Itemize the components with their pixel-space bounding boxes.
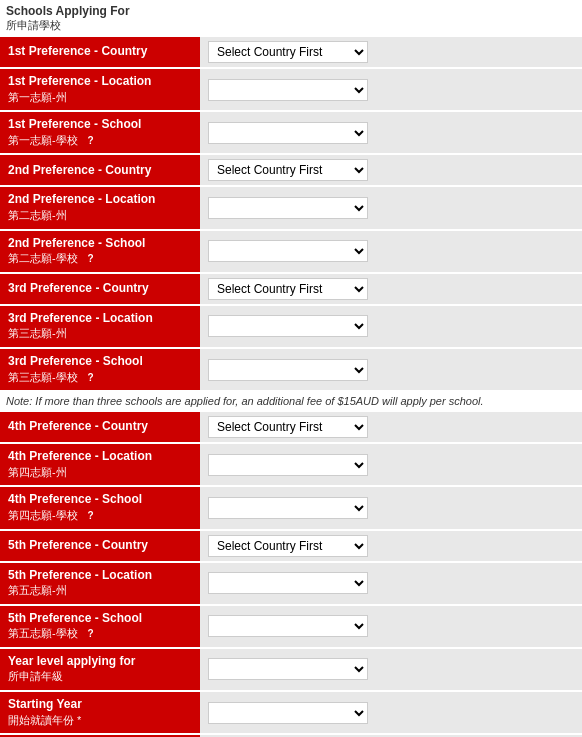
label-pref1-country: 1st Preference - Country <box>0 37 200 67</box>
select-pref3-school[interactable] <box>208 359 368 381</box>
label-pref3-school-chinese: 第三志願-學校 <box>8 371 78 383</box>
row-pref5-school: 5th Preference - School 第五志願-學校 ? <box>0 606 582 647</box>
help-icon-pref4-school[interactable]: ? <box>84 509 97 522</box>
label-pref5-country: 5th Preference - Country <box>0 531 200 561</box>
input-cell-pref5-location <box>200 563 582 604</box>
input-cell-pref4-school <box>200 487 582 528</box>
section-title-block: Schools Applying For 所申請學校 <box>0 0 582 37</box>
row-pref1-country: 1st Preference - Country Select Country … <box>0 37 582 67</box>
label-pref2-country: 2nd Preference - Country <box>0 155 200 185</box>
label-pref5-location: 5th Preference - Location 第五志願-州 <box>0 563 200 604</box>
input-cell-pref1-school <box>200 112 582 153</box>
label-year-level: Year level applying for 所申請年級 <box>0 649 200 690</box>
note-text: Note: If more than three schools are app… <box>0 390 582 412</box>
input-cell-pref1-country: Select Country First <box>200 37 582 67</box>
row-pref3-school: 3rd Preference - School 第三志願-學校 ? <box>0 349 582 390</box>
row-pref2-school: 2nd Preference - School 第二志願-學校 ? <box>0 231 582 272</box>
row-pref3-location: 3rd Preference - Location 第三志願-州 <box>0 306 582 347</box>
label-pref4-location-chinese: 第四志願-州 <box>8 466 67 478</box>
input-cell-pref2-country: Select Country First <box>200 155 582 185</box>
select-pref2-school[interactable] <box>208 240 368 262</box>
select-pref1-location[interactable] <box>208 79 368 101</box>
row-pref1-school: 1st Preference - School 第一志願-學校 ? <box>0 112 582 153</box>
select-pref5-country[interactable]: Select Country First <box>208 535 368 557</box>
label-pref2-location-chinese: 第二志願-州 <box>8 209 67 221</box>
help-icon-pref2-school[interactable]: ? <box>84 252 97 265</box>
label-pref1-location: 1st Preference - Location 第一志願-州 <box>0 69 200 110</box>
row-year-level: Year level applying for 所申請年級 <box>0 649 582 690</box>
input-cell-pref1-location <box>200 69 582 110</box>
label-pref2-school: 2nd Preference - School 第二志願-學校 ? <box>0 231 200 272</box>
label-pref4-location: 4th Preference - Location 第四志願-州 <box>0 444 200 485</box>
input-cell-starting-year <box>200 692 582 733</box>
label-pref1-location-chinese: 第一志願-州 <box>8 91 67 103</box>
select-pref5-location[interactable] <box>208 572 368 594</box>
input-cell-pref2-location <box>200 187 582 228</box>
row-pref4-country: 4th Preference - Country Select Country … <box>0 412 582 442</box>
label-pref4-school: 4th Preference - School 第四志願-學校 ? <box>0 487 200 528</box>
label-pref5-school: 5th Preference - School 第五志願-學校 ? <box>0 606 200 647</box>
row-pref1-location: 1st Preference - Location 第一志願-州 <box>0 69 582 110</box>
row-note: Note: If more than three schools are app… <box>0 390 582 412</box>
label-starting-year: Starting Year 開始就讀年份 * <box>0 692 200 733</box>
label-pref2-location: 2nd Preference - Location 第二志願-州 <box>0 187 200 228</box>
label-pref3-country: 3rd Preference - Country <box>0 274 200 304</box>
label-pref1-school-chinese: 第一志願-學校 <box>8 134 78 146</box>
row-pref4-location: 4th Preference - Location 第四志願-州 <box>0 444 582 485</box>
select-pref4-school[interactable] <box>208 497 368 519</box>
select-pref2-country[interactable]: Select Country First <box>208 159 368 181</box>
label-year-level-chinese: 所申請年級 <box>8 670 63 682</box>
select-pref2-location[interactable] <box>208 197 368 219</box>
label-pref3-location: 3rd Preference - Location 第三志願-州 <box>0 306 200 347</box>
row-pref2-location: 2nd Preference - Location 第二志願-州 <box>0 187 582 228</box>
section-subtitle: 所申請學校 <box>0 18 582 37</box>
section-title: Schools Applying For <box>0 0 582 18</box>
input-cell-pref3-location <box>200 306 582 347</box>
select-starting-year[interactable] <box>208 702 368 724</box>
select-pref1-school[interactable] <box>208 122 368 144</box>
row-pref4-school: 4th Preference - School 第四志願-學校 ? <box>0 487 582 528</box>
input-cell-pref3-country: Select Country First <box>200 274 582 304</box>
label-pref1-school: 1st Preference - School 第一志願-學校 ? <box>0 112 200 153</box>
select-pref4-location[interactable] <box>208 454 368 476</box>
label-starting-year-chinese: 開始就讀年份 * <box>8 714 81 726</box>
row-pref3-country: 3rd Preference - Country Select Country … <box>0 274 582 304</box>
label-pref4-country: 4th Preference - Country <box>0 412 200 442</box>
help-icon-pref3-school[interactable]: ? <box>84 371 97 384</box>
input-cell-pref4-country: Select Country First <box>200 412 582 442</box>
input-cell-pref5-country: Select Country First <box>200 531 582 561</box>
label-pref3-school: 3rd Preference - School 第三志願-學校 ? <box>0 349 200 390</box>
input-cell-pref3-school <box>200 349 582 390</box>
label-pref3-location-chinese: 第三志願-州 <box>8 327 67 339</box>
label-pref5-location-chinese: 第五志願-州 <box>8 584 67 596</box>
select-pref4-country[interactable]: Select Country First <box>208 416 368 438</box>
help-icon-pref1-school[interactable]: ? <box>84 134 97 147</box>
select-year-level[interactable] <box>208 658 368 680</box>
input-cell-pref4-location <box>200 444 582 485</box>
input-cell-pref2-school <box>200 231 582 272</box>
row-starting-year: Starting Year 開始就讀年份 * <box>0 692 582 733</box>
select-pref3-location[interactable] <box>208 315 368 337</box>
label-pref5-school-chinese: 第五志願-學校 <box>8 627 78 639</box>
select-pref5-school[interactable] <box>208 615 368 637</box>
row-pref2-country: 2nd Preference - Country Select Country … <box>0 155 582 185</box>
input-cell-year-level <box>200 649 582 690</box>
select-pref1-country[interactable]: Select Country First <box>208 41 368 63</box>
row-pref5-country: 5th Preference - Country Select Country … <box>0 531 582 561</box>
input-cell-pref5-school <box>200 606 582 647</box>
select-pref3-country[interactable]: Select Country First <box>208 278 368 300</box>
row-pref5-location: 5th Preference - Location 第五志願-州 <box>0 563 582 604</box>
label-pref2-school-chinese: 第二志願-學校 <box>8 252 78 264</box>
form-table: 1st Preference - Country Select Country … <box>0 37 582 737</box>
help-icon-pref5-school[interactable]: ? <box>84 627 97 640</box>
label-pref4-school-chinese: 第四志願-學校 <box>8 509 78 521</box>
